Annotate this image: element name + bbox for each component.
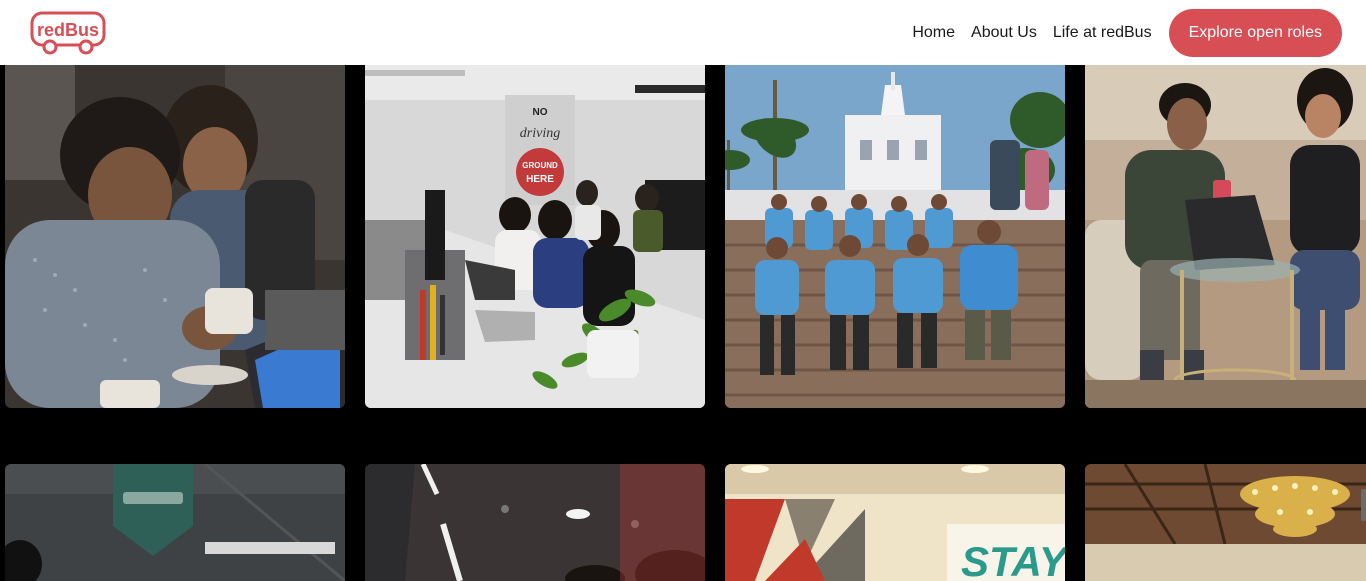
nav-home[interactable]: Home [912, 24, 955, 42]
nav-about-us[interactable]: About Us [971, 24, 1037, 42]
nav-life-at-redbus[interactable]: Life at redBus [1053, 24, 1152, 42]
top-navbar: redBus Home About Us Life at redBus Expl… [0, 0, 1366, 65]
photo-meeting-lounge [1085, 60, 1366, 408]
svg-text:driving: driving [520, 126, 560, 141]
redbus-logo[interactable]: redBus [30, 9, 106, 57]
main-nav: Home About Us Life at redBus Explore ope… [912, 8, 1342, 57]
svg-text:GROUND: GROUND [522, 161, 558, 170]
photo-gallery: NO driving GROUND HERE STAY [0, 0, 1366, 581]
photo-colleagues-laptop [5, 60, 345, 408]
photo-office-workspace: NO driving GROUND HERE [365, 60, 705, 408]
photo-team-outing-church [725, 60, 1065, 408]
photo-chandelier-hall [1085, 464, 1366, 581]
photo-stay-wall: STAY [725, 464, 1065, 581]
photo-office-banner [5, 464, 345, 581]
bus-logo-icon: redBus [30, 11, 106, 54]
explore-open-roles-button[interactable]: Explore open roles [1168, 8, 1342, 57]
logo-text: redBus [37, 20, 99, 40]
photo-office-ceiling [365, 464, 705, 581]
svg-text:NO: NO [533, 107, 548, 118]
stay-wall-text: STAY [961, 538, 1065, 581]
scrollbar-thumb[interactable] [1361, 489, 1366, 521]
svg-text:HERE: HERE [526, 174, 554, 185]
